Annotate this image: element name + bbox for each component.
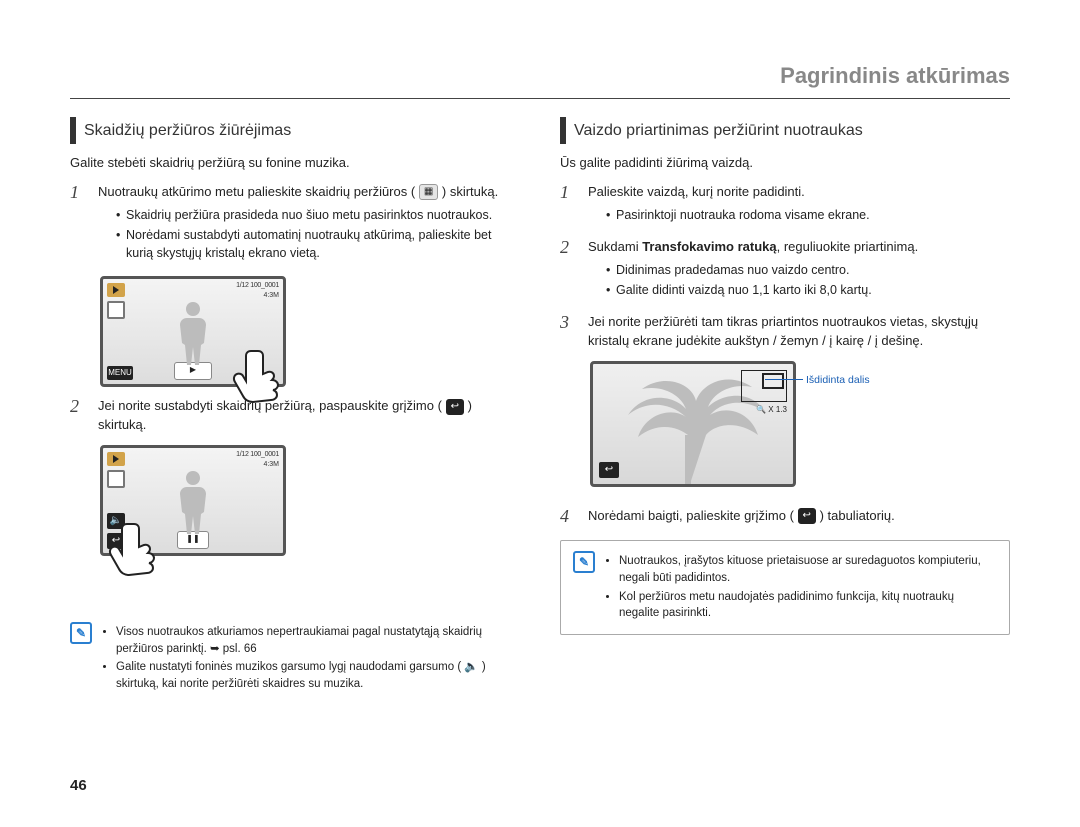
right-step-1: 1 Palieskite vaizdą, kurį norite padidin…: [560, 183, 1010, 228]
step-text: Jei norite peržiūrėti tam tikras priarti…: [588, 313, 1010, 351]
silhouette-icon: [163, 297, 223, 377]
step-text: Nuotraukų atkūrimo metu palieskite skaid…: [98, 183, 520, 266]
back-icon: ↩: [446, 399, 464, 415]
note-item: Visos nuotraukos atkuriamos nepertraukia…: [116, 624, 520, 657]
slideshow-icon: ▦: [419, 184, 438, 200]
page-number: 46: [70, 775, 87, 797]
bullet: Didinimas pradedamas nuo vaizdo centro.: [606, 261, 1010, 279]
step-number: 2: [70, 397, 84, 417]
step1-text-b: ) skirtuką.: [442, 184, 498, 199]
bullet: Galite didinti vaizdą nuo 1,1 karto iki …: [606, 281, 1010, 299]
note-badge-icon: ✎: [70, 622, 92, 644]
mode-text: 4:3M: [263, 460, 279, 470]
r-step2-a: Sukdami: [588, 239, 642, 254]
bullet: Pasirinktoji nuotrauka rodoma visame ekr…: [606, 206, 1010, 224]
callout-line: [765, 379, 803, 380]
pointing-hand-icon: [218, 343, 308, 429]
zoom-viewport-indicator: [762, 373, 784, 389]
left-column: Skaidžių peržiūros žiūrėjimas Galite ste…: [70, 117, 520, 695]
r-step4-a: Norėdami baigti, palieskite grįžimo (: [588, 508, 794, 523]
step-text: Norėdami baigti, palieskite grįžimo ( ↩ …: [588, 507, 1010, 526]
mode-text: 4:3M: [263, 291, 279, 301]
lcd-illustration-1: 1/12 100_0001 4:3M MENU ▶: [100, 276, 300, 387]
right-step-4: 4 Norėdami baigti, palieskite grįžimo ( …: [560, 507, 1010, 527]
zoom-level-label: 🔍 X 1.3: [756, 404, 787, 416]
step-number: 1: [70, 183, 84, 203]
note-item: Kol peržiūros metu naudojatės padidinimo…: [619, 589, 997, 622]
back-icon: ↩: [798, 508, 816, 524]
step-text: Jei norite sustabdyti skaidrių peržiūrą,…: [98, 397, 520, 435]
left-step-1: 1 Nuotraukų atkūrimo metu palieskite ska…: [70, 183, 520, 266]
step-number: 4: [560, 507, 574, 527]
r-step2-bold: Transfokavimo ratuką: [642, 239, 776, 254]
zoom-illustration: 🔍 X 1.3 ↩ Išdidinta dalis: [590, 361, 880, 487]
lcd-illustration-2: 1/12 100_0001 4:3M 🔈 ↩ ❚❚: [100, 445, 300, 556]
left-intro: Galite stebėti skaidrių peržiūrą su foni…: [70, 154, 520, 173]
right-note-box: ✎ Nuotraukos, įrašytos kituose prietaisu…: [560, 540, 1010, 635]
back-button[interactable]: ↩: [599, 462, 619, 478]
left-note-box: ✎ Visos nuotraukos atkuriamos nepertrauk…: [70, 622, 520, 695]
bullet: Norėdami sustabdyti automatinį nuotraukų…: [116, 226, 520, 262]
right-column: Vaizdo priartinimas peržiūrint nuotrauka…: [560, 117, 1010, 695]
bullet: Skaidrių peržiūra prasideda nuo šiuo met…: [116, 206, 520, 224]
note-item: Galite nustatyti foninės muzikos garsumo…: [116, 659, 520, 692]
step-number: 3: [560, 313, 574, 333]
step-number: 2: [560, 238, 574, 258]
right-heading: Vaizdo priartinimas peržiūrint nuotrauka…: [560, 117, 1010, 144]
callout-label: Išdidinta dalis: [806, 373, 870, 388]
right-intro: Ūs galite padidinti žiūrimą vaizdą.: [560, 154, 1010, 173]
counter-text: 1/12 100_0001: [236, 450, 279, 460]
play-icon: [107, 283, 125, 297]
note-badge-icon: ✎: [573, 551, 595, 573]
counter-text: 1/12 100_0001: [236, 281, 279, 291]
right-step-3: 3 Jei norite peržiūrėti tam tikras priar…: [560, 313, 1010, 351]
step-number: 1: [560, 183, 574, 203]
step1-text-a: Nuotraukų atkūrimo metu palieskite skaid…: [98, 184, 415, 199]
step-text: Sukdami Transfokavimo ratuką, reguliuoki…: [588, 238, 1010, 303]
menu-button[interactable]: MENU: [107, 366, 133, 380]
grid-icon: [107, 301, 125, 319]
pointing-hand-icon: [94, 516, 184, 602]
step-text: Palieskite vaizdą, kurį norite padidinti…: [588, 183, 1010, 228]
section-title: Pagrindinis atkūrimas: [70, 60, 1010, 99]
right-step-2: 2 Sukdami Transfokavimo ratuką, reguliuo…: [560, 238, 1010, 303]
grid-icon: [107, 470, 125, 488]
r-step2-b: , reguliuokite priartinimą.: [777, 239, 919, 254]
left-heading: Skaidžių peržiūros žiūrėjimas: [70, 117, 520, 144]
play-icon: [107, 452, 125, 466]
r-step1-text: Palieskite vaizdą, kurį norite padidinti…: [588, 184, 805, 199]
r-step4-b: ) tabuliatorių.: [820, 508, 895, 523]
zoom-overview-frame: [741, 370, 787, 402]
note-item: Nuotraukos, įrašytos kituose prietaisuos…: [619, 553, 997, 586]
